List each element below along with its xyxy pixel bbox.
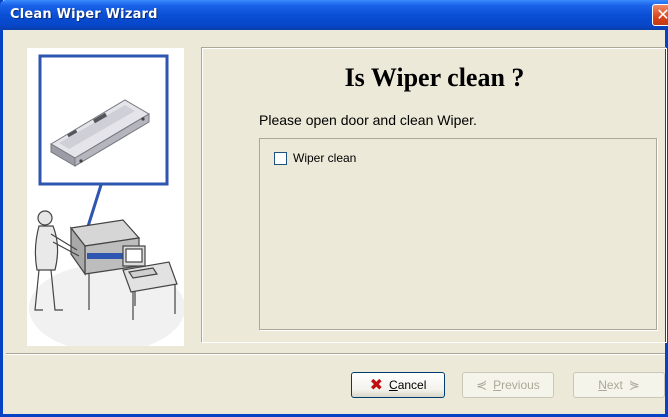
instruction-text: Please open door and clean Wiper. [259, 112, 477, 128]
wiper-clean-option[interactable]: Wiper clean [274, 151, 356, 165]
next-arrow-icon: ⋟ [628, 377, 640, 393]
close-icon: ✕ [656, 5, 668, 24]
red-x-icon: ✖ [369, 375, 384, 394]
cancel-button[interactable]: ✖ Cancel [351, 372, 445, 398]
close-button[interactable]: ✕ [652, 4, 668, 26]
cancel-label: Cancel [389, 378, 427, 392]
window-title: Clean Wiper Wizard [10, 7, 158, 22]
wizard-window: Clean Wiper Wizard ✕ Is Wiper clean ? Pl… [0, 0, 668, 417]
previous-label: Previous [493, 378, 540, 392]
page-title: Is Wiper clean ? [344, 63, 525, 92]
wizard-illustration [27, 48, 185, 352]
printer-wiper-illustration [27, 48, 185, 352]
previous-button[interactable]: ⋞ Previous [462, 372, 554, 398]
wiper-clean-label: Wiper clean [293, 151, 357, 165]
next-button[interactable]: Next ⋟ [573, 372, 665, 398]
footer-separator [6, 353, 665, 355]
title-bar[interactable]: Clean Wiper Wizard ✕ [0, 0, 668, 30]
options-groupbox: Wiper clean [259, 138, 657, 330]
previous-arrow-icon: ⋞ [476, 377, 488, 393]
wizard-content-panel: Is Wiper clean ? Please open door and cl… [202, 48, 667, 343]
wiper-clean-checkbox[interactable] [274, 151, 287, 165]
next-label: Next [598, 378, 623, 392]
